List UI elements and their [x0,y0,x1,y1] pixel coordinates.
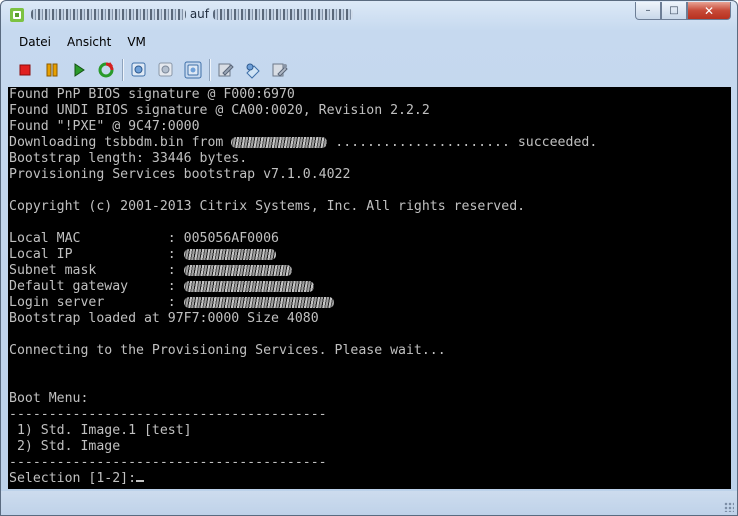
snapshot-manager-button[interactable] [182,59,204,81]
selection-prompt-label: Selection [1-2]: [9,471,137,486]
settings-icon [218,63,234,77]
toolbar-separator [209,59,210,81]
vmware-tools-button[interactable] [269,59,291,81]
console-line-download: Downloading tsbbdm.bin from ............… [9,135,597,151]
network-adapter-button[interactable] [242,59,264,81]
reset-icon [98,62,114,78]
console-line: Found UNDI BIOS signature @ CA00:0020, R… [9,103,430,118]
console-line-login-server: Login server : [9,295,334,311]
console-line: Copyright (c) 2001-2013 Citrix Systems, … [9,199,526,214]
power-on-button[interactable] [68,59,90,81]
redacted-server-address [231,136,328,148]
revert-snapshot-icon [158,62,173,77]
vm-console-screen[interactable]: Found PnP BIOS signature @ F000:6970 Fou… [8,87,731,489]
selection-prompt[interactable]: Selection [1-2]: [9,471,145,487]
reset-button[interactable] [95,59,117,81]
title-redacted-host-name [212,9,353,20]
pause-icon [46,63,58,77]
suspend-button[interactable] [41,59,63,81]
title-bar[interactable]: auf – □ ✕ [1,1,737,29]
console-line-default-gateway: Default gateway : [9,279,314,295]
console-line: Found "!PXE" @ 9C47:0000 [9,119,200,134]
redacted-local-ip [183,248,276,260]
console-line: Bootstrap length: 33446 bytes. [9,151,248,166]
manage-snapshots-icon [184,61,202,79]
snapshot-icon [131,62,146,77]
minimize-button[interactable]: – [635,2,661,20]
take-snapshot-button[interactable] [128,59,150,81]
menu-bar: Datei Ansicht VM [9,33,152,53]
download-status: ...................... succeeded. [327,135,598,150]
redacted-login-server [183,296,334,308]
status-bar [1,491,737,515]
toolbar [9,56,731,84]
console-line-subnet-mask: Subnet mask : [9,263,292,279]
stop-icon [19,64,31,76]
boot-menu-option-1[interactable]: 1) Std. Image.1 [test] [9,423,192,439]
window-controls: – □ ✕ [635,2,731,20]
window-title: auf [31,7,353,21]
toolbar-separator [122,59,123,81]
console-line: Found PnP BIOS signature @ F000:6970 [9,87,295,102]
maximize-button[interactable]: □ [661,2,687,20]
local-ip-label: Local IP : [9,247,184,262]
menu-datei[interactable]: Datei [9,33,57,53]
play-icon [74,63,85,77]
revert-snapshot-button[interactable] [155,59,177,81]
title-word: auf [189,7,210,21]
boot-menu-title: Boot Menu: [9,391,89,406]
title-redacted-vm-name [31,9,186,20]
resize-grip-icon[interactable] [724,502,734,512]
redacted-subnet-mask [183,264,292,276]
tools-icon [272,63,288,77]
console-line-local-mac: Local MAC : 005056AF0006 [9,231,279,246]
redacted-default-gateway [183,280,314,292]
power-off-button[interactable] [14,59,36,81]
console-line: Connecting to the Provisioning Services.… [9,343,446,358]
vm-console-window: auf – □ ✕ Datei Ansicht VM Found PnP BIO… [0,0,738,516]
download-label: Downloading tsbbdm.bin from [9,135,232,150]
vmware-app-icon [10,8,24,22]
boot-menu-divider: ---------------------------------------- [9,407,327,422]
close-button[interactable]: ✕ [687,2,731,20]
boot-menu-option-2[interactable]: 2) Std. Image [9,439,120,455]
vm-settings-button[interactable] [215,59,237,81]
network-adapter-icon [246,63,260,79]
text-cursor [136,480,145,482]
subnet-mask-label: Subnet mask : [9,263,184,278]
login-server-label: Login server : [9,295,184,310]
console-line-local-ip: Local IP : [9,247,276,263]
console-line: Bootstrap loaded at 97F7:0000 Size 4080 [9,311,319,326]
menu-vm[interactable]: VM [117,33,152,53]
default-gateway-label: Default gateway : [9,279,184,294]
menu-ansicht[interactable]: Ansicht [57,33,117,53]
console-line: Provisioning Services bootstrap v7.1.0.4… [9,167,351,182]
boot-menu-divider: ---------------------------------------- [9,455,327,470]
